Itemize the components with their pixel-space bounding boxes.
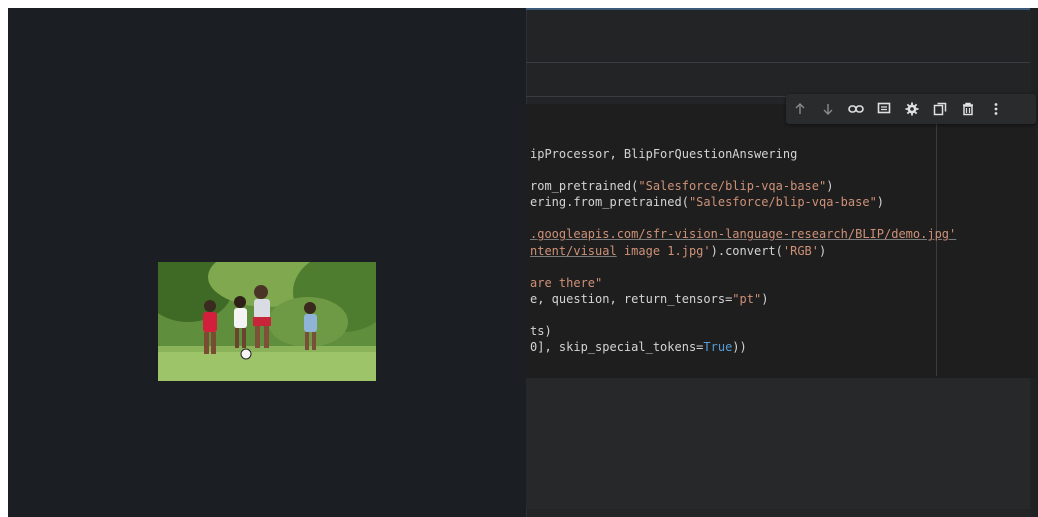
- children-soccer-photo: [158, 262, 376, 381]
- panel-top-border: [526, 8, 1030, 10]
- code-token: ipProcessor, BlipForQuestionAnswering: [530, 147, 798, 161]
- arrow-up-icon[interactable]: [786, 95, 814, 123]
- mirror-cell-icon[interactable]: [926, 95, 954, 123]
- code-token: "pt": [732, 291, 762, 306]
- link-icon[interactable]: [842, 95, 870, 123]
- comment-icon[interactable]: [870, 95, 898, 123]
- code-token: ): [826, 179, 834, 194]
- image-viewer-panel: [8, 8, 534, 517]
- cell-toolbar: [786, 94, 1036, 124]
- code-line: ntent/visual image 1.jpg').convert('RGB'…: [530, 243, 956, 259]
- code-token: ).convert(: [710, 243, 783, 258]
- code-line: 0], skip_special_tokens=True)): [530, 339, 956, 355]
- code-token: are there": [530, 275, 603, 290]
- code-token: True: [703, 340, 733, 355]
- code-token: ): [819, 243, 827, 258]
- code-token: )): [732, 340, 747, 355]
- code-line: .googleapis.com/sfr-vision-language-rese…: [530, 226, 956, 242]
- code-line: ipProcessor, BlipForQuestionAnswering: [530, 146, 956, 162]
- code-line: are there": [530, 275, 956, 291]
- code-token: "Salesforce/blip-vqa-base": [688, 195, 877, 210]
- trash-icon[interactable]: [954, 95, 982, 123]
- code-token: 'RGB': [782, 243, 819, 258]
- code-token: ts): [530, 324, 552, 339]
- code-token: ering.from_pretrained(: [530, 195, 689, 210]
- code-token: image 1.jpg': [616, 243, 711, 258]
- code-token: ): [876, 195, 885, 210]
- code-token: .googleapis.com/sfr-vision-language-rese…: [530, 227, 957, 242]
- code-line: ering.from_pretrained("Salesforce/blip-v…: [530, 194, 956, 210]
- more-vert-icon[interactable]: [982, 95, 1010, 123]
- arrow-down-icon[interactable]: [814, 95, 842, 123]
- code-editor[interactable]: ipProcessor, BlipForQuestionAnswering rom…: [530, 146, 956, 355]
- code-line: rom_pretrained("Salesforce/blip-vqa-base…: [530, 178, 956, 194]
- output-area: [526, 378, 1030, 509]
- code-token: ): [761, 291, 769, 306]
- code-token: e, question, return_tensors=: [530, 291, 733, 306]
- gear-icon[interactable]: [898, 95, 926, 123]
- code-token: rom_pretrained(: [530, 179, 639, 194]
- code-token: ntent/visual: [530, 243, 617, 258]
- code-token: 0], skip_special_tokens=: [530, 340, 704, 355]
- divider: [526, 62, 1030, 63]
- code-line: ts): [530, 323, 956, 339]
- code-token: "Salesforce/blip-vqa-base": [638, 179, 827, 194]
- code-line: e, question, return_tensors="pt"): [530, 291, 956, 307]
